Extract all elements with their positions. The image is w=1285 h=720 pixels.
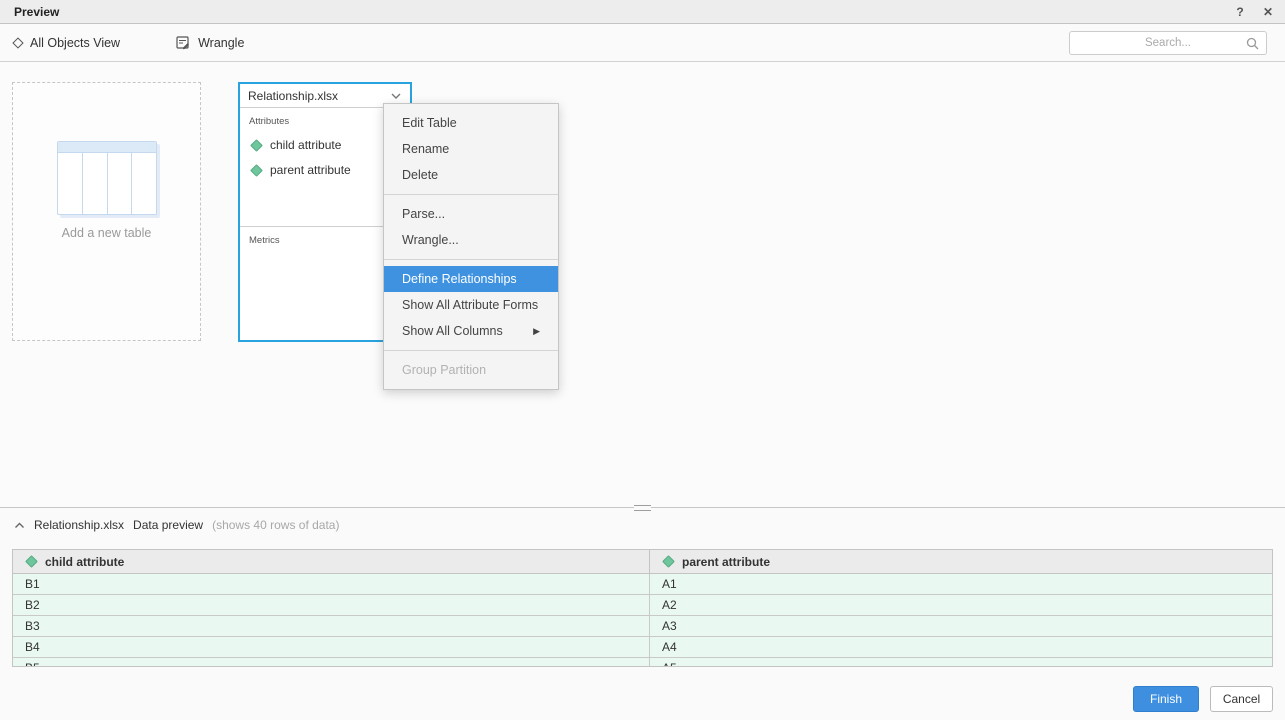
preview-row-count-note: (shows 40 rows of data) bbox=[212, 518, 339, 532]
menu-separator bbox=[384, 259, 558, 260]
table-cell: B2 bbox=[13, 595, 649, 615]
menu-item-show-all-columns[interactable]: Show All Columns ▶ bbox=[384, 318, 558, 344]
wrangle-label: Wrangle bbox=[198, 36, 244, 50]
chevron-down-icon[interactable] bbox=[390, 92, 402, 100]
column-header-parent-attribute[interactable]: parent attribute bbox=[649, 550, 1272, 573]
table-row: B3 A3 bbox=[13, 616, 1272, 637]
table-header-row: child attribute parent attribute bbox=[13, 550, 1272, 574]
preview-source-name: Relationship.xlsx bbox=[34, 518, 124, 532]
menu-separator bbox=[384, 350, 558, 351]
menu-item-edit-table[interactable]: Edit Table bbox=[384, 110, 558, 136]
submenu-arrow-icon: ▶ bbox=[533, 318, 540, 344]
table-card-title: Relationship.xlsx bbox=[248, 89, 338, 103]
menu-separator bbox=[384, 194, 558, 195]
data-preview-section: Relationship.xlsx Data preview (shows 40… bbox=[0, 507, 1285, 720]
finish-button[interactable]: Finish bbox=[1133, 686, 1199, 712]
table-cell: A1 bbox=[649, 574, 1272, 594]
table-row: B5 A5 bbox=[13, 658, 1272, 667]
table-cell: B1 bbox=[13, 574, 649, 594]
attribute-diamond-icon bbox=[250, 164, 263, 177]
table-cell: A2 bbox=[649, 595, 1272, 615]
add-new-table-label: Add a new table bbox=[13, 226, 200, 240]
attribute-label: parent attribute bbox=[270, 163, 351, 177]
menu-item-rename[interactable]: Rename bbox=[384, 136, 558, 162]
table-cell: B4 bbox=[13, 637, 649, 657]
splitter-drag-handle[interactable] bbox=[634, 505, 651, 511]
table-canvas: Add a new table Relationship.xlsx Attrib… bbox=[0, 62, 1285, 507]
close-icon[interactable]: ✕ bbox=[1261, 5, 1275, 19]
table-cell: A5 bbox=[649, 658, 1272, 667]
menu-item-parse[interactable]: Parse... bbox=[384, 201, 558, 227]
toolbar: All Objects View Wrangle bbox=[0, 24, 1285, 62]
attribute-diamond-icon bbox=[662, 555, 675, 568]
metrics-label: Metrics bbox=[249, 235, 401, 246]
attribute-item-parent[interactable]: parent attribute bbox=[252, 163, 401, 177]
data-preview-header: Relationship.xlsx Data preview (shows 40… bbox=[14, 518, 339, 532]
table-row: B4 A4 bbox=[13, 637, 1272, 658]
cancel-button[interactable]: Cancel bbox=[1210, 686, 1273, 712]
table-row: B2 A2 bbox=[13, 595, 1272, 616]
menu-item-delete[interactable]: Delete bbox=[384, 162, 558, 188]
add-new-table-button[interactable]: Add a new table bbox=[12, 82, 201, 341]
attribute-diamond-icon bbox=[25, 555, 38, 568]
collapse-chevron-icon[interactable] bbox=[14, 522, 25, 529]
help-icon[interactable]: ? bbox=[1233, 5, 1247, 19]
attributes-label: Attributes bbox=[249, 116, 401, 127]
data-preview-table: child attribute parent attribute B1 A1 B… bbox=[12, 549, 1273, 667]
diamond-outline-icon bbox=[12, 37, 23, 48]
all-objects-view-label: All Objects View bbox=[30, 36, 120, 50]
wrangle-icon bbox=[176, 36, 190, 50]
menu-item-wrangle[interactable]: Wrangle... bbox=[384, 227, 558, 253]
column-header-child-attribute[interactable]: child attribute bbox=[13, 550, 649, 573]
all-objects-view-button[interactable]: All Objects View bbox=[14, 36, 120, 50]
wrangle-button[interactable]: Wrangle bbox=[176, 36, 244, 50]
attribute-item-child[interactable]: child attribute bbox=[252, 138, 401, 152]
table-icon bbox=[57, 141, 157, 215]
table-row: B1 A1 bbox=[13, 574, 1272, 595]
search-box[interactable] bbox=[1069, 31, 1267, 55]
table-cell: B5 bbox=[13, 658, 649, 667]
window-title: Preview bbox=[14, 5, 59, 19]
search-input[interactable] bbox=[1070, 32, 1266, 54]
menu-item-define-relationships[interactable]: Define Relationships bbox=[384, 266, 558, 292]
table-cell: B3 bbox=[13, 616, 649, 636]
table-cell: A4 bbox=[649, 637, 1272, 657]
preview-section-title: Data preview bbox=[133, 518, 203, 532]
column-header-label: parent attribute bbox=[682, 555, 770, 569]
attribute-diamond-icon bbox=[250, 139, 263, 152]
menu-item-show-all-attribute-forms[interactable]: Show All Attribute Forms bbox=[384, 292, 558, 318]
title-bar: Preview ? ✕ bbox=[0, 0, 1285, 24]
table-cell: A3 bbox=[649, 616, 1272, 636]
table-context-menu: Edit Table Rename Delete Parse... Wrangl… bbox=[383, 103, 559, 390]
column-header-label: child attribute bbox=[45, 555, 124, 569]
search-icon bbox=[1246, 37, 1259, 50]
menu-item-group-partition: Group Partition bbox=[384, 357, 558, 383]
attribute-label: child attribute bbox=[270, 138, 341, 152]
